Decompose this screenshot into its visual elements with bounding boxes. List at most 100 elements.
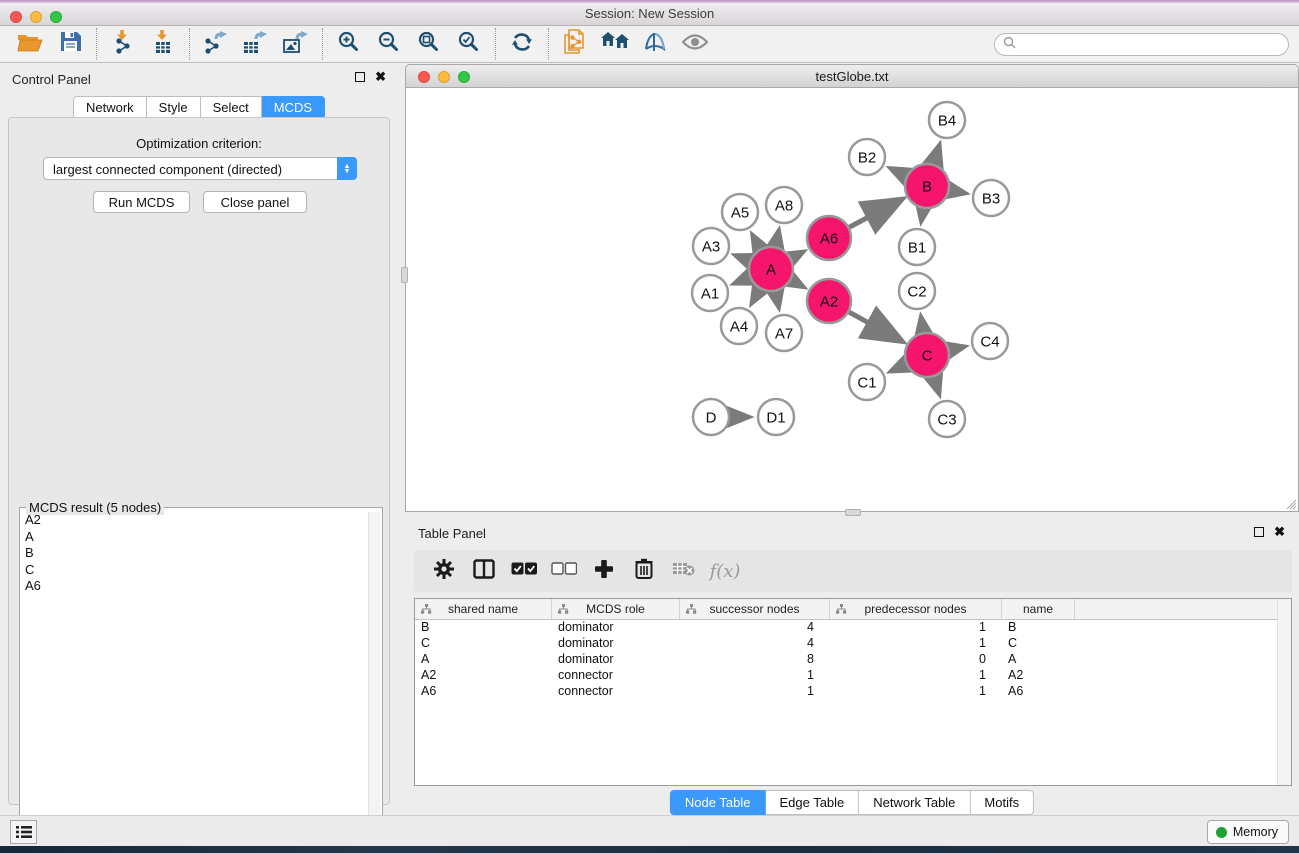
float-table-panel-icon[interactable]	[1254, 527, 1264, 537]
graph-node-C3[interactable]: C3	[929, 401, 965, 437]
graph-node-D[interactable]: D	[693, 399, 729, 435]
graph-node-A4[interactable]: A4	[721, 308, 757, 344]
deselect-all-checkboxes-button[interactable]	[546, 554, 582, 588]
table-row[interactable]: Bdominator41B	[415, 620, 1277, 636]
zoom-in-button[interactable]	[329, 28, 369, 60]
export-table-button[interactable]	[236, 28, 276, 60]
open-folder-button[interactable]	[10, 28, 50, 60]
graph-node-A[interactable]: A	[749, 247, 793, 291]
column-type-icon	[686, 604, 697, 614]
graph-node-B2[interactable]: B2	[849, 139, 885, 175]
tab-network[interactable]: Network	[73, 96, 147, 119]
home-button[interactable]	[595, 28, 635, 60]
graph-node-C4[interactable]: C4	[972, 323, 1008, 359]
graph-node-C[interactable]: C	[905, 333, 949, 377]
memory-button[interactable]: Memory	[1207, 820, 1289, 844]
graph-node-A5[interactable]: A5	[722, 194, 758, 230]
select-all-checkboxes-button[interactable]	[506, 554, 542, 588]
graph-node-B[interactable]: B	[905, 164, 949, 208]
delete-row-button[interactable]	[626, 554, 662, 588]
column-header-MCDS-role[interactable]: MCDS role	[552, 599, 680, 619]
zoom-fit-button[interactable]	[409, 28, 449, 60]
result-list-item[interactable]: A	[21, 529, 368, 546]
graph-node-A7[interactable]: A7	[766, 315, 802, 351]
close-table-panel-icon[interactable]: ✖	[1274, 527, 1285, 537]
network-document-button[interactable]	[555, 28, 595, 60]
table-cell: 1	[680, 668, 830, 684]
add-row-button[interactable]	[586, 554, 622, 588]
table-cell: dominator	[552, 652, 680, 668]
function-builder-button[interactable]: f(x)	[706, 554, 742, 588]
tab-style[interactable]: Style	[147, 96, 201, 119]
graph-node-A1[interactable]: A1	[692, 275, 728, 311]
gear-button[interactable]	[426, 554, 462, 588]
zoom-fit-icon	[418, 31, 440, 58]
graph-node-A3[interactable]: A3	[693, 228, 729, 264]
table-scrollbar[interactable]	[1277, 599, 1291, 785]
run-mcds-button[interactable]: Run MCDS	[93, 191, 190, 213]
graph-node-B3[interactable]: B3	[973, 180, 1009, 216]
column-header-shared-name[interactable]: shared name	[415, 599, 552, 619]
refresh-layout-button[interactable]	[502, 28, 542, 60]
graph-node-A2[interactable]: A2	[807, 279, 851, 323]
float-panel-icon[interactable]	[355, 72, 365, 82]
export-image-button[interactable]	[276, 28, 316, 60]
hide-graphics-details-button[interactable]	[635, 28, 675, 60]
export-network-button[interactable]	[196, 28, 236, 60]
table-row[interactable]: Adominator80A	[415, 652, 1277, 668]
graph-node-B1[interactable]: B1	[899, 229, 935, 265]
close-panel-button[interactable]: Close panel	[203, 191, 307, 213]
tab-network-table[interactable]: Network Table	[859, 790, 970, 815]
task-history-button[interactable]	[10, 820, 37, 844]
graph-node-C2[interactable]: C2	[899, 273, 935, 309]
search-box[interactable]	[994, 33, 1289, 56]
edge-A2-C[interactable]	[847, 311, 900, 340]
graph-node-B4[interactable]: B4	[929, 102, 965, 138]
tab-node-table[interactable]: Node Table	[670, 790, 766, 815]
vertical-splitter-handle[interactable]	[401, 267, 408, 283]
result-list-scrollbar[interactable]	[368, 512, 381, 851]
tab-mcds[interactable]: MCDS	[262, 96, 325, 119]
zoom-selected-button[interactable]	[449, 28, 489, 60]
zoom-in-icon	[338, 31, 360, 58]
resize-grip-icon[interactable]	[1285, 498, 1296, 509]
edge-B-B4[interactable]	[933, 146, 939, 167]
network-canvas[interactable]: B4 B2 B B3 A8A5 A6 A3 B1 A C2 A1 A2 A4A7 C4 C C1 D D1 C3	[405, 88, 1299, 512]
table-row[interactable]: Cdominator41C	[415, 636, 1277, 652]
column-header-successor-nodes[interactable]: successor nodes	[680, 599, 830, 619]
graph-node-D1[interactable]: D1	[758, 399, 794, 435]
tab-select[interactable]: Select	[201, 96, 262, 119]
network-window-titlebar[interactable]: testGlobe.txt	[405, 64, 1299, 88]
horizontal-splitter-handle[interactable]	[845, 509, 861, 516]
optimization-criterion-dropdown[interactable]: largest connected component (directed) ▲…	[43, 157, 357, 180]
show-graphics-details-button[interactable]	[675, 28, 715, 60]
save-session-button[interactable]	[50, 28, 90, 60]
desktop-background	[0, 846, 1299, 853]
import-table-button[interactable]	[143, 28, 183, 60]
result-list-item[interactable]: A6	[21, 578, 368, 595]
graph-node-A8[interactable]: A8	[766, 187, 802, 223]
zoom-out-button[interactable]	[369, 28, 409, 60]
result-list-item[interactable]: A2	[21, 512, 368, 529]
graph-node-A6[interactable]: A6	[807, 216, 851, 260]
table-cell: C	[415, 636, 552, 652]
table-row[interactable]: A6connector11A6	[415, 684, 1277, 700]
search-input[interactable]	[1021, 38, 1288, 52]
tab-edge-table[interactable]: Edge Table	[765, 790, 859, 815]
close-panel-icon[interactable]: ✖	[375, 72, 386, 82]
function-icon: f(x)	[710, 561, 741, 582]
select-all-checkboxes-icon	[511, 562, 537, 580]
split-columns-button[interactable]	[466, 554, 502, 588]
import-network-button[interactable]	[103, 28, 143, 60]
result-list-item[interactable]: C	[21, 562, 368, 579]
graph-node-C1[interactable]: C1	[849, 364, 885, 400]
control-panel: Control Panel ✖ NetworkStyleSelectMCDS O…	[0, 64, 398, 815]
column-header-predecessor-nodes[interactable]: predecessor nodes	[830, 599, 1002, 619]
tab-motifs[interactable]: Motifs	[970, 790, 1034, 815]
result-list-item[interactable]: B	[21, 545, 368, 562]
column-header-name[interactable]: name	[1002, 599, 1075, 619]
delete-table-button[interactable]	[666, 554, 702, 588]
svg-text:C4: C4	[980, 334, 999, 351]
edge-A6-B[interactable]	[847, 201, 900, 229]
table-row[interactable]: A2connector11A2	[415, 668, 1277, 684]
